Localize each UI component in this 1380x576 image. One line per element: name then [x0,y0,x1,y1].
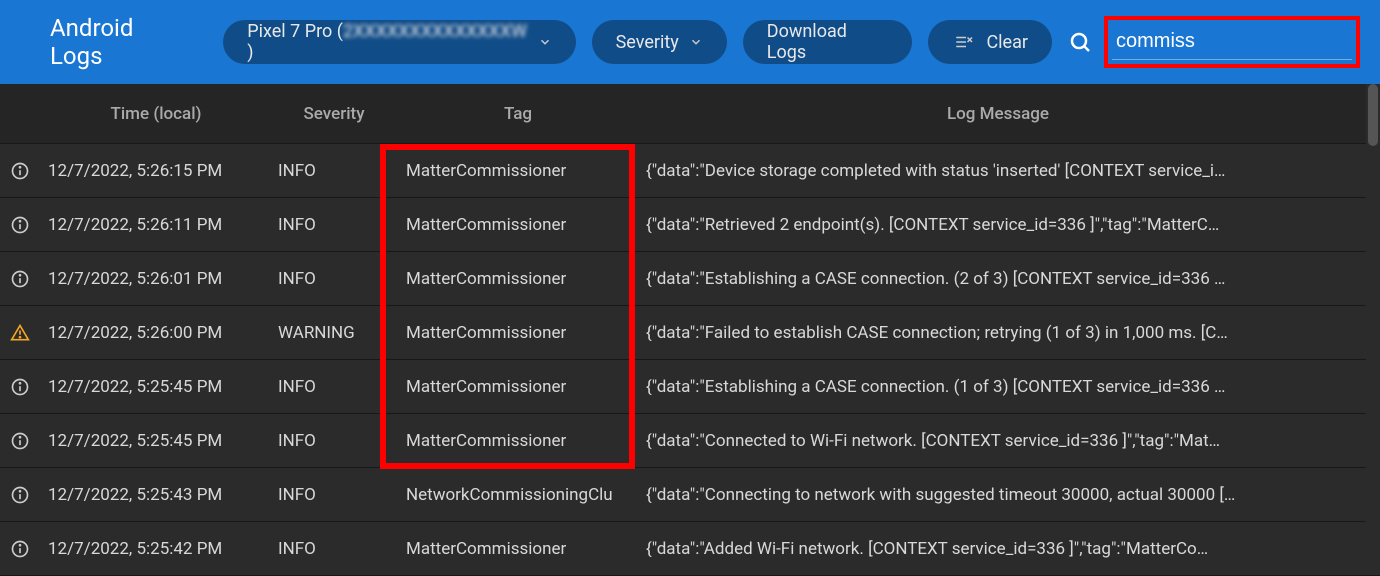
message-cell: {"data":"Retrieved 2 endpoint(s). [CONTE… [638,215,1358,235]
clear-icon [952,33,974,51]
scrollbar-thumb[interactable] [1368,84,1378,146]
table-body: 12/7/2022, 5:26:15 PMINFOMatterCommissio… [0,144,1380,576]
severity-cell: INFO [270,377,398,397]
table-row[interactable]: 12/7/2022, 5:25:43 PMINFONetworkCommissi… [0,468,1380,522]
clear-button[interactable]: Clear [928,20,1052,64]
column-time: Time (local) [40,104,270,124]
warning-icon [0,323,40,343]
table-row[interactable]: 12/7/2022, 5:26:15 PMINFOMatterCommissio… [0,144,1380,198]
tag-cell: MatterCommissioner [398,539,638,559]
time-cell: 12/7/2022, 5:25:45 PM [40,377,270,397]
tag-cell: MatterCommissioner [398,431,638,451]
chevron-down-icon [538,35,552,49]
info-icon [0,215,40,235]
message-cell: {"data":"Added Wi-Fi network. [CONTEXT s… [638,539,1358,559]
severity-cell: INFO [270,485,398,505]
clear-label: Clear [986,32,1028,53]
search-input[interactable] [1112,24,1352,60]
time-cell: 12/7/2022, 5:25:43 PM [40,485,270,505]
severity-cell: INFO [270,161,398,181]
page-title: Android Logs [50,14,189,70]
severity-cell: INFO [270,269,398,289]
severity-label: Severity [616,32,679,53]
time-cell: 12/7/2022, 5:25:45 PM [40,431,270,451]
message-cell: {"data":"Failed to establish CASE connec… [638,323,1358,343]
device-name-label: Pixel 7 Pro (2XXXXXXXXXXXXXXW) [247,21,527,63]
tag-cell: MatterCommissioner [398,377,638,397]
tag-cell: NetworkCommissioningClu [398,485,638,505]
download-label: Download Logs [767,21,889,63]
severity-cell: INFO [270,431,398,451]
tag-cell: MatterCommissioner [398,269,638,289]
message-cell: {"data":"Connected to Wi-Fi network. [CO… [638,431,1358,451]
info-icon [0,485,40,505]
tag-cell: MatterCommissioner [398,323,638,343]
column-message: Log Message [638,104,1358,124]
column-tag: Tag [398,104,638,124]
toolbar: Android Logs Pixel 7 Pro (2XXXXXXXXXXXXX… [0,0,1380,84]
severity-cell: INFO [270,215,398,235]
table-row[interactable]: 12/7/2022, 5:25:42 PMINFOMatterCommissio… [0,522,1380,576]
download-logs-button[interactable]: Download Logs [743,20,913,64]
table-row[interactable]: 12/7/2022, 5:26:11 PMINFOMatterCommissio… [0,198,1380,252]
search-icon [1068,30,1092,54]
info-icon [0,377,40,397]
table-row[interactable]: 12/7/2022, 5:25:45 PMINFOMatterCommissio… [0,360,1380,414]
scrollbar[interactable] [1366,84,1380,553]
time-cell: 12/7/2022, 5:26:01 PM [40,269,270,289]
severity-cell: WARNING [270,323,398,343]
time-cell: 12/7/2022, 5:26:15 PM [40,161,270,181]
message-cell: {"data":"Establishing a CASE connection.… [638,269,1358,289]
highlight-box [1104,16,1360,68]
table-header: Time (local) Severity Tag Log Message [0,84,1380,144]
time-cell: 12/7/2022, 5:26:11 PM [40,215,270,235]
message-cell: {"data":"Device storage completed with s… [638,161,1358,181]
device-selector[interactable]: Pixel 7 Pro (2XXXXXXXXXXXXXXW) [223,20,575,64]
message-cell: {"data":"Establishing a CASE connection.… [638,377,1358,397]
tag-cell: MatterCommissioner [398,161,638,181]
table-row[interactable]: 12/7/2022, 5:25:45 PMINFOMatterCommissio… [0,414,1380,468]
column-severity: Severity [270,104,398,124]
info-icon [0,269,40,289]
message-cell: {"data":"Connecting to network with sugg… [638,485,1358,505]
search-container [1068,16,1360,68]
severity-cell: INFO [270,539,398,559]
tag-cell: MatterCommissioner [398,215,638,235]
info-icon [0,431,40,451]
time-cell: 12/7/2022, 5:25:42 PM [40,539,270,559]
chevron-down-icon [689,35,703,49]
info-icon [0,539,40,559]
table-row[interactable]: 12/7/2022, 5:26:00 PMWARNINGMatterCommis… [0,306,1380,360]
time-cell: 12/7/2022, 5:26:00 PM [40,323,270,343]
table-row[interactable]: 12/7/2022, 5:26:01 PMINFOMatterCommissio… [0,252,1380,306]
severity-selector[interactable]: Severity [592,20,727,64]
info-icon [0,161,40,181]
